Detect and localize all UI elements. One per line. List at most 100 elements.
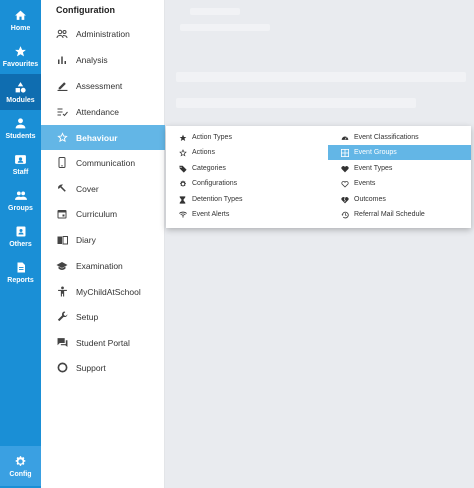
background-placeholder (180, 24, 270, 31)
background-placeholder (176, 72, 466, 82)
left-nav-rail: Home Favourites Modules Students Staff G… (0, 0, 41, 488)
bar-chart-icon (56, 54, 68, 66)
submenu-item-label: Event Groups (354, 149, 397, 156)
menu-item-administration[interactable]: Administration (41, 21, 165, 46)
modules-icon (14, 80, 28, 94)
graduation-cap-icon (56, 260, 68, 272)
menu-title: Configuration (56, 5, 115, 15)
star-outline-icon (178, 148, 187, 157)
grid-icon (340, 148, 349, 157)
rail-item-label: Reports (7, 277, 34, 284)
menu-item-label: Analysis (76, 54, 108, 65)
tag-icon (178, 164, 187, 173)
rail-item-staff[interactable]: Staff (0, 146, 41, 182)
submenu-item-event-classifications[interactable]: Event Classifications (328, 130, 471, 145)
rail-item-label: Others (9, 241, 32, 248)
menu-item-label: Attendance (76, 106, 120, 117)
configuration-menu: Configuration Administration Analysis As… (41, 0, 165, 488)
submenu-item-action-types[interactable]: Action Types (166, 130, 316, 145)
history-icon (340, 210, 349, 219)
star-outline-icon (56, 132, 68, 144)
submenu-item-label: Event Types (354, 165, 393, 172)
rail-item-label: Favourites (2, 61, 39, 68)
book-icon (56, 234, 68, 246)
contacts-icon (14, 224, 28, 238)
checklist-icon (56, 106, 68, 118)
submenu-item-event-groups[interactable]: Event Groups (328, 145, 471, 160)
rail-item-home[interactable]: Home (0, 2, 41, 38)
menu-item-label: Student Portal (76, 337, 130, 348)
submenu-item-event-alerts[interactable]: Event Alerts (166, 207, 316, 222)
menu-item-support[interactable]: Support (41, 355, 165, 380)
home-icon (14, 8, 28, 22)
heart-outline-icon (340, 179, 349, 188)
menu-item-attendance[interactable]: Attendance (41, 99, 165, 124)
submenu-item-label: Event Alerts (192, 211, 230, 218)
submenu-item-events[interactable]: Events (328, 176, 471, 191)
gear-icon (178, 179, 187, 188)
menu-item-curriculum[interactable]: Curriculum (41, 201, 165, 226)
menu-item-behaviour[interactable]: Behaviour (41, 125, 165, 150)
menu-item-label: Communication (76, 157, 136, 168)
submenu-item-label: Actions (192, 149, 215, 156)
menu-item-diary[interactable]: Diary (41, 227, 165, 252)
rail-item-label: Groups (8, 205, 33, 212)
submenu-item-label: Event Classifications (354, 134, 419, 141)
menu-item-label: Support (76, 362, 106, 373)
rail-item-config[interactable]: Config (0, 446, 41, 486)
menu-item-analysis[interactable]: Analysis (41, 47, 165, 72)
menu-item-communication[interactable]: Communication (41, 150, 165, 175)
wrench-icon (56, 311, 68, 323)
submenu-item-actions[interactable]: Actions (166, 145, 316, 160)
menu-item-label: Curriculum (76, 208, 118, 219)
menu-item-label: Assessment (76, 80, 123, 91)
menu-item-label: Setup (76, 311, 99, 322)
submenu-item-label: Action Types (192, 134, 232, 141)
menu-item-student-portal[interactable]: Student Portal (41, 330, 165, 355)
rail-item-modules[interactable]: Modules (0, 74, 41, 110)
rail-item-students[interactable]: Students (0, 110, 41, 146)
rail-item-groups[interactable]: Groups (0, 182, 41, 218)
heart-broken-icon (340, 195, 349, 204)
people-icon (56, 28, 68, 40)
submenu-item-label: Referral Mail Schedule (354, 211, 425, 218)
star-icon (178, 133, 187, 142)
rail-item-reports[interactable]: Reports (0, 254, 41, 290)
rail-item-label: Students (5, 133, 36, 140)
pencil-icon (56, 80, 68, 92)
phone-icon (56, 157, 68, 169)
submenu-item-referral-mail-schedule[interactable]: Referral Mail Schedule (328, 207, 471, 222)
rail-item-favourites[interactable]: Favourites (0, 38, 41, 74)
menu-item-examination[interactable]: Examination (41, 253, 165, 278)
submenu-item-categories[interactable]: Categories (166, 161, 316, 176)
speedometer-icon (340, 133, 349, 142)
submenu-item-outcomes[interactable]: Outcomes (328, 192, 471, 207)
menu-item-mychildatschool[interactable]: MyChildAtSchool (41, 279, 165, 304)
rail-item-label: Staff (12, 169, 29, 176)
lifebuoy-icon (56, 362, 68, 374)
wifi-icon (178, 210, 187, 219)
menu-item-assessment[interactable]: Assessment (41, 73, 165, 98)
child-icon (56, 286, 68, 298)
rail-item-others[interactable]: Others (0, 218, 41, 254)
background-placeholder (176, 98, 416, 108)
menu-item-label: Diary (76, 234, 96, 245)
submenu-item-label: Events (354, 180, 376, 187)
heart-icon (340, 164, 349, 173)
menu-item-label: Examination (76, 260, 123, 271)
menu-item-cover[interactable]: Cover (41, 176, 165, 201)
submenu-item-label: Detention Types (192, 196, 243, 203)
groups-icon (14, 188, 28, 202)
submenu-item-event-types[interactable]: Event Types (328, 161, 471, 176)
rail-item-label: Config (9, 471, 32, 478)
hourglass-icon (178, 195, 187, 204)
menu-item-label: Behaviour (76, 132, 118, 143)
submenu-item-detention-types[interactable]: Detention Types (166, 192, 316, 207)
menu-item-setup[interactable]: Setup (41, 304, 165, 329)
menu-item-label: Cover (76, 183, 99, 194)
chat-icon (56, 337, 68, 349)
cover-icon (56, 183, 68, 195)
rail-item-label: Home (10, 25, 31, 32)
submenu-item-configurations[interactable]: Configurations (166, 176, 316, 191)
menu-item-label: Administration (76, 28, 130, 39)
